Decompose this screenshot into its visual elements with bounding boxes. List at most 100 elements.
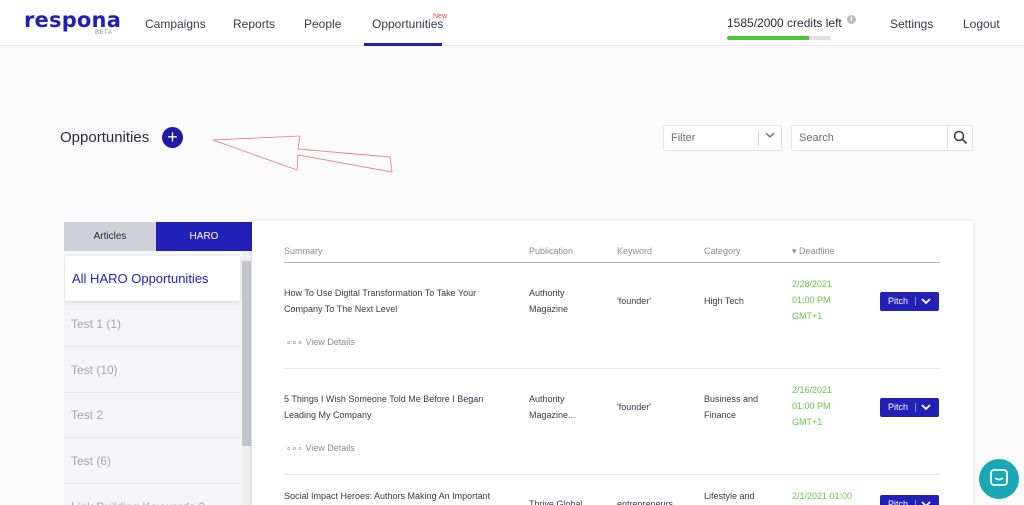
header-divider [284, 262, 940, 263]
annotation-arrow-icon [212, 135, 393, 173]
category-line: Business and [704, 394, 759, 404]
column-header-summary[interactable]: Summary [284, 246, 323, 256]
pitch-label: Pitch [888, 499, 909, 505]
search-icon[interactable] [953, 130, 968, 150]
column-header-category[interactable]: Category [704, 246, 741, 256]
summary-line: Social Impact Heroes: Authors Making An … [284, 491, 491, 501]
cell-deadline: 2/16/2021 01:00 PM GMT+1 [792, 382, 832, 430]
cell-publication: Authority Magazine... [529, 391, 576, 423]
summary-line: Company To The Next Level [284, 304, 398, 314]
search-divider [947, 126, 948, 150]
search-input[interactable] [799, 130, 939, 146]
publication-line: Thrive Global [529, 499, 583, 505]
tab-articles[interactable]: Articles [64, 222, 156, 251]
chevron-down-icon [764, 129, 776, 144]
list-item[interactable]: Link Building Keywords 2 [64, 485, 240, 505]
pitch-divider [915, 500, 916, 505]
publication-line: Authority [529, 288, 565, 298]
dots-icon: ∘∘∘ [286, 443, 306, 453]
info-icon[interactable]: i [847, 15, 856, 24]
list-item[interactable]: Test 1 (1) [64, 302, 240, 347]
cell-publication: Authority Magazine [529, 285, 568, 317]
cell-category: Lifestyle and [704, 488, 755, 504]
chevron-down-icon[interactable] [920, 296, 932, 309]
cell-deadline: 2/28/2021 01:00 PM GMT+1 [792, 276, 832, 324]
cell-deadline: 2/1/2021 01:00 [792, 488, 852, 504]
page-title: Opportunities [60, 129, 150, 146]
chevron-down-icon[interactable] [920, 499, 932, 505]
view-details-label: View Details [305, 337, 355, 347]
sort-desc-icon: ▾ [792, 246, 797, 256]
nav-settings[interactable]: Settings [890, 17, 933, 31]
row-divider [284, 474, 940, 475]
view-details-label: View Details [305, 443, 355, 453]
list-item[interactable]: Test 2 [64, 393, 240, 438]
nav-people[interactable]: People [304, 17, 341, 31]
chevron-down-icon[interactable] [920, 402, 932, 415]
dots-icon: ∘∘∘ [286, 337, 306, 347]
scrollbar-thumb[interactable] [242, 261, 251, 446]
pitch-label: Pitch [888, 402, 909, 412]
respona-logo[interactable]: respona [24, 8, 121, 32]
category-line: High Tech [704, 296, 744, 306]
tab-haro[interactable]: HARO [156, 222, 252, 251]
row-divider [284, 368, 940, 369]
beta-label: BETA [95, 30, 113, 36]
pitch-button[interactable]: Pitch [880, 398, 939, 417]
deadline-line: 2/16/2021 [792, 385, 833, 395]
haro-list-panel: Test 1 (1) Test (10) Test 2 Test (6) Lin… [64, 251, 252, 505]
view-details-link[interactable]: ∘∘∘ View Details [286, 337, 355, 348]
filter-dropdown[interactable]: Filter [663, 125, 782, 151]
cell-keyword: 'founder' [617, 402, 651, 412]
nav-campaigns[interactable]: Campaigns [145, 17, 206, 31]
column-header-deadline: Deadline [799, 246, 835, 256]
list-item[interactable]: Test (10) [64, 348, 240, 393]
pitch-label: Pitch [888, 296, 909, 306]
nav-logout[interactable]: Logout [963, 17, 1000, 31]
list-item[interactable]: Test (6) [64, 439, 240, 484]
deadline-line: 01:00 PM [792, 401, 831, 411]
cell-keyword: entrepreneurs [617, 499, 674, 505]
summary-line: 5 Things I Wish Someone Told Me Before I… [284, 394, 484, 404]
column-header-publication[interactable]: Publication [529, 246, 573, 256]
publication-line: Authority [529, 394, 565, 404]
filter-label: Filter [671, 132, 696, 144]
credits-progress-fill [727, 36, 810, 40]
cell-keyword: 'founder' [617, 296, 651, 306]
cell-summary[interactable]: How To Use Digital Transformation To Tak… [284, 285, 476, 317]
add-opportunity-button[interactable]: + [162, 127, 183, 148]
deadline-line: GMT+1 [792, 417, 823, 427]
cell-category: Business and Finance [704, 391, 758, 423]
search-box [791, 125, 973, 151]
opportunity-type-tabs: Articles HARO [64, 222, 252, 251]
cell-publication: Thrive Global [529, 496, 583, 505]
summary-line: How To Use Digital Transformation To Tak… [284, 288, 477, 298]
chat-launcher-button[interactable] [979, 459, 1019, 499]
pitch-divider [915, 297, 916, 306]
credits-progress-bar [727, 36, 831, 40]
list-item-all-haro[interactable]: All HARO Opportunities [65, 256, 240, 301]
view-details-link[interactable]: ∘∘∘ View Details [286, 443, 355, 454]
plus-icon: + [167, 127, 178, 147]
pitch-divider [915, 403, 916, 412]
summary-line: Leading My Company [284, 410, 372, 420]
new-badge: New [433, 13, 448, 20]
deadline-line: 2/1/2021 01:00 [792, 491, 853, 501]
deadline-line: GMT+1 [792, 311, 823, 321]
nav-reports[interactable]: Reports [233, 17, 275, 31]
pitch-button[interactable]: Pitch [880, 292, 939, 311]
cell-summary[interactable]: 5 Things I Wish Someone Told Me Before I… [284, 391, 483, 423]
deadline-line: 2/28/2021 [792, 279, 833, 289]
publication-line: Magazine... [529, 410, 576, 420]
top-navbar: respona BETA Campaigns Reports People Op… [0, 0, 1024, 46]
opportunities-table: Summary Publication Keyword Category ▾ D… [252, 221, 973, 505]
pitch-button[interactable]: Pitch [880, 495, 939, 505]
cell-category: High Tech [704, 293, 744, 309]
column-header-keyword[interactable]: Keyword [617, 246, 652, 256]
deadline-line: 01:00 PM [792, 295, 831, 305]
credits-text: 1585/2000 credits left [727, 16, 842, 30]
chat-icon [990, 469, 1008, 486]
cell-summary[interactable]: Social Impact Heroes: Authors Making An … [284, 488, 490, 504]
publication-line: Magazine [529, 304, 569, 314]
column-header-deadline-sort[interactable]: ▾ Deadline [792, 246, 835, 257]
